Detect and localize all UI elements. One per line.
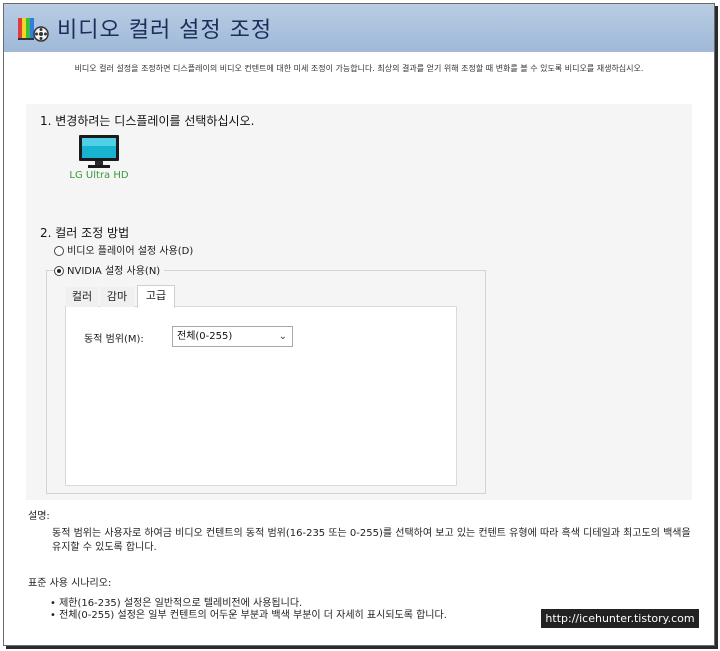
intro-text: 비디오 컬러 설정을 조정하면 디스플레이의 비디오 컨텐트에 대한 미세 조정… xyxy=(74,64,644,73)
video-color-icon xyxy=(18,18,49,42)
radio-nvidia-settings[interactable]: NVIDIA 설정 사용(N) xyxy=(54,262,165,277)
tab-color[interactable]: 컬러 xyxy=(66,287,98,307)
radio-label: NVIDIA 설정 사용(N) xyxy=(67,266,161,277)
list-item: 제한(16-235) 설정은 일반적으로 텔레비전에 사용됩니다. xyxy=(50,598,447,610)
radio-label: 비디오 플레이어 설정 사용(D) xyxy=(67,246,194,257)
description-label: 설명: xyxy=(28,511,50,522)
list-item: 전체(0-255) 설정은 일부 컨텐트의 어두운 부분과 백색 부분이 더 자… xyxy=(50,610,447,622)
dynamic-range-value: 전체(0-255) xyxy=(177,331,233,342)
monitor-icon xyxy=(79,135,119,168)
radio-video-player-settings[interactable]: 비디오 플레이어 설정 사용(D) xyxy=(54,242,194,257)
step1-label: 1. 변경하려는 디스플레이를 선택하십시오. xyxy=(40,114,255,128)
page-header: 비디오 컬러 설정 조정 xyxy=(4,4,714,52)
tab-advanced[interactable]: 고급 xyxy=(137,285,175,308)
step2-label: 2. 컬러 조정 방법 xyxy=(40,226,130,240)
radio-button[interactable] xyxy=(54,246,64,256)
scenarios-label: 표준 사용 시나리오: xyxy=(28,578,112,589)
dynamic-range-select[interactable]: 전체(0-255) ⌄ xyxy=(172,326,293,347)
watermark: http://icehunter.tistory.com xyxy=(541,609,699,628)
description-text: 동적 범위는 사용자로 하여금 비디오 컨텐트의 동적 범위(16-235 또는… xyxy=(52,528,691,553)
scenario-list: 제한(16-235) 설정은 일반적으로 텔레비전에 사용됩니다. 전체(0-2… xyxy=(50,598,447,622)
window-frame: 비디오 컬러 설정 조정 비디오 컬러 설정을 조정하면 디스플레이의 비디오 … xyxy=(3,3,715,646)
tab-gamma[interactable]: 감마 xyxy=(100,287,134,307)
chevron-down-icon: ⌄ xyxy=(278,331,287,342)
dynamic-range-label: 동적 범위(M): xyxy=(84,334,144,345)
display-label: LG Ultra HD xyxy=(69,170,129,181)
display-item-lg-ultra-hd[interactable]: LG Ultra HD xyxy=(66,132,132,186)
radio-button-selected[interactable] xyxy=(54,266,64,276)
page-title: 비디오 컬러 설정 조정 xyxy=(57,18,273,43)
